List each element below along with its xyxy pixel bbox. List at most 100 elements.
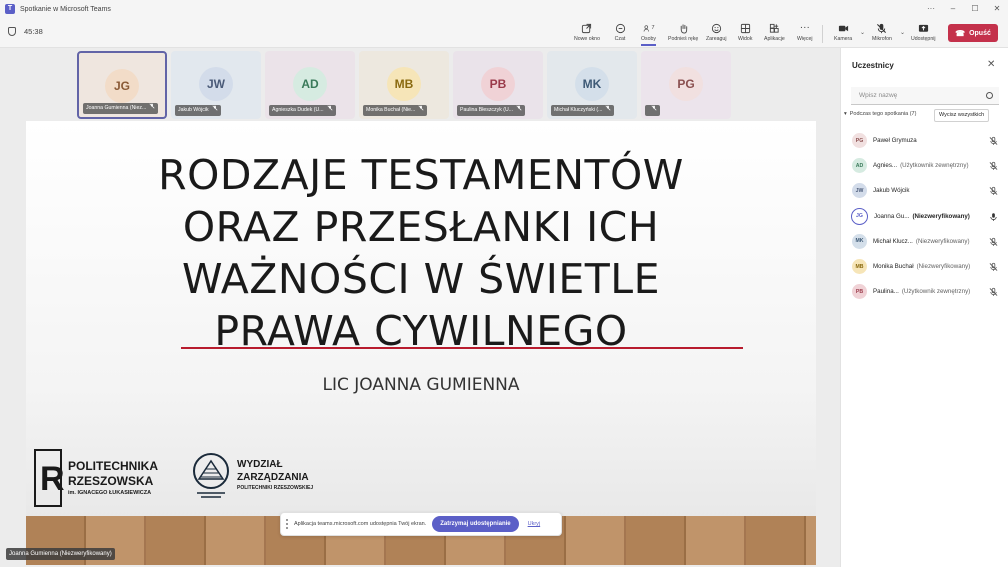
avatar: MB — [387, 67, 421, 101]
tile-name-label: Paulina Błeszczyk (U... — [457, 105, 526, 116]
mic-muted-icon — [989, 136, 998, 146]
tile-name-text: Agnieszka Dudek (U... — [272, 107, 324, 113]
avatar: PG — [669, 67, 703, 101]
mic-muted-icon — [605, 105, 611, 116]
tile-name-text: Michał Kluczyński (... — [554, 107, 603, 113]
camera-button[interactable]: Kamera — [834, 22, 852, 46]
avatar: MK — [575, 67, 609, 101]
meeting-stage: JG Joanna Gumienna (Niez... JW Jakub Wójcik… — [0, 48, 840, 567]
avatar: MB — [852, 259, 867, 275]
new-window-icon — [581, 22, 593, 34]
stop-sharing-button[interactable]: Zatrzymaj udostępnianie — [432, 516, 519, 532]
participant-tile[interactable]: MK Michał Kluczyński (... — [547, 51, 637, 119]
window-controls: ··· – ☐ ✕ — [920, 0, 1008, 18]
view-icon — [739, 22, 751, 34]
people-button[interactable]: 7 Osoby — [641, 22, 656, 46]
in-meeting-section-toggle[interactable]: ▾ Podczas tego spotkania (7) — [844, 111, 916, 117]
tile-name-text: Joanna Gumienna (Niez... — [86, 105, 147, 111]
participant-tile[interactable]: PB Paulina Błeszczyk (U... — [453, 51, 543, 119]
mic-options-chevron-icon[interactable]: ⌄ — [900, 29, 905, 36]
participant-list-item[interactable]: PG Paweł Grymuza — [841, 128, 1008, 153]
panel-title: Uczestnicy — [852, 61, 894, 70]
apps-icon — [768, 22, 780, 34]
close-panel-icon[interactable]: ✕ — [987, 59, 995, 70]
avatar: JW — [852, 183, 867, 199]
mic-muted-icon — [149, 103, 155, 114]
participant-tile[interactable]: PG — [641, 51, 731, 119]
avatar: PG — [852, 133, 867, 149]
react-button[interactable]: Zareaguj — [706, 22, 726, 46]
search-icon — [986, 92, 993, 99]
participant-tile[interactable]: MB Monika Buchał (Nie... — [359, 51, 449, 119]
participant-role: (Niezweryfikowany) — [912, 212, 970, 220]
screen-share-banner: Aplikacja teams.microsoft.com udostępnia… — [280, 512, 562, 536]
mic-icon — [989, 212, 998, 222]
minimize-icon[interactable]: – — [942, 0, 964, 18]
maximize-icon[interactable]: ☐ — [964, 0, 986, 18]
tile-name-label: Jakub Wójcik — [175, 105, 221, 116]
participant-tile[interactable]: AD Agnieszka Dudek (U... — [265, 51, 355, 119]
tile-name-label: Agnieszka Dudek (U... — [269, 105, 336, 116]
participant-role: (Użytkownik zewnętrzny) — [900, 162, 969, 170]
politechnika-logo: R POLITECHNIKA RZESZOWSKA im. IGNACEGO Ł… — [34, 449, 158, 507]
mic-muted-icon — [989, 287, 998, 297]
mic-muted-icon — [516, 105, 522, 116]
hide-banner-link[interactable]: Ukryj — [528, 521, 541, 527]
participant-search-input[interactable]: Wpisz nazwę — [851, 87, 999, 105]
view-button[interactable]: Widok — [738, 22, 752, 46]
shield-icon — [8, 27, 16, 36]
mic-muted-icon — [418, 105, 424, 116]
participant-tile[interactable]: JW Jakub Wójcik — [171, 51, 261, 119]
tile-name-label: Monika Buchał (Nie... — [363, 105, 428, 116]
avatar: JW — [199, 67, 233, 101]
raise-hand-button[interactable]: Podnieś rękę — [668, 22, 698, 46]
drag-handle-icon[interactable] — [286, 519, 290, 529]
mic-muted-icon — [989, 161, 998, 171]
slide-title-underline — [181, 347, 743, 349]
tile-name-text: Paulina Błeszczyk (U... — [460, 107, 514, 113]
participant-name: Agnies... — [873, 162, 898, 170]
mic-muted-icon — [989, 262, 998, 272]
raise-hand-icon — [677, 22, 689, 34]
chat-button[interactable]: Czat — [614, 22, 626, 46]
participant-list-item[interactable]: MB Monika Buchał (Niezweryfikowany) — [841, 254, 1008, 279]
mic-button[interactable]: Mikrofon — [872, 22, 892, 46]
shared-slide: RODZAJE TESTAMENTÓW ORAZ PRZESŁANKI ICH … — [26, 121, 816, 565]
participant-list-item[interactable]: JW Jakub Wójcik — [841, 178, 1008, 203]
mic-muted-icon — [651, 105, 657, 116]
tile-name-label — [645, 105, 660, 116]
share-button[interactable]: Udostępnij — [911, 22, 936, 46]
mic-muted-icon — [327, 105, 333, 116]
participant-list-item[interactable]: AD Agnies... (Użytkownik zewnętrzny) — [841, 153, 1008, 178]
chevron-down-icon: ▾ — [844, 111, 847, 117]
participant-list-item[interactable]: PB Paulina... (Użytkownik zewnętrzny) — [841, 279, 1008, 304]
apps-button[interactable]: Aplikacje — [764, 22, 785, 46]
participant-name: Paweł Grymuza — [873, 137, 917, 145]
participant-tiles: JG Joanna Gumienna (Niez... JW Jakub Wójcik… — [77, 51, 731, 119]
participant-name: Michał Klucz... — [873, 237, 913, 245]
camera-icon — [837, 22, 849, 34]
new-window-button[interactable]: Nowe okno — [574, 22, 600, 46]
close-window-icon[interactable]: ✕ — [986, 0, 1008, 18]
participants-panel: Uczestnicy ✕ Wpisz nazwę ▾ Podczas tego … — [840, 48, 1008, 567]
more-button[interactable]: ··· Więcej — [797, 22, 813, 46]
window-title: Spotkanie w Microsoft Teams — [20, 5, 111, 13]
avatar: JG — [105, 69, 139, 103]
tile-name-text: Monika Buchał (Nie... — [366, 107, 416, 113]
chat-icon — [614, 22, 626, 34]
participant-name: Monika Buchał — [873, 263, 914, 271]
avatar: AD — [852, 158, 867, 174]
timer-text: 45:38 — [24, 27, 43, 36]
mute-all-button[interactable]: Wycisz wszystkich — [934, 109, 990, 122]
leave-button[interactable]: ☎ Opuść — [948, 24, 998, 42]
more-options-icon[interactable]: ··· — [920, 0, 942, 18]
participant-list-item[interactable]: JG Joanna Gu... (Niezweryfikowany) — [841, 204, 1008, 229]
politechnika-emblem-icon: R — [34, 449, 65, 507]
participant-name: Joanna Gu... — [874, 212, 910, 220]
wydzial-emblem-icon — [191, 449, 231, 501]
participant-tile[interactable]: JG Joanna Gumienna (Niez... — [77, 51, 167, 119]
camera-options-chevron-icon[interactable]: ⌄ — [860, 29, 865, 36]
participant-list-item[interactable]: MK Michał Klucz... (Niezweryfikowany) — [841, 229, 1008, 254]
mic-muted-icon — [876, 22, 888, 34]
phone-hangup-icon: ☎ — [955, 28, 966, 38]
